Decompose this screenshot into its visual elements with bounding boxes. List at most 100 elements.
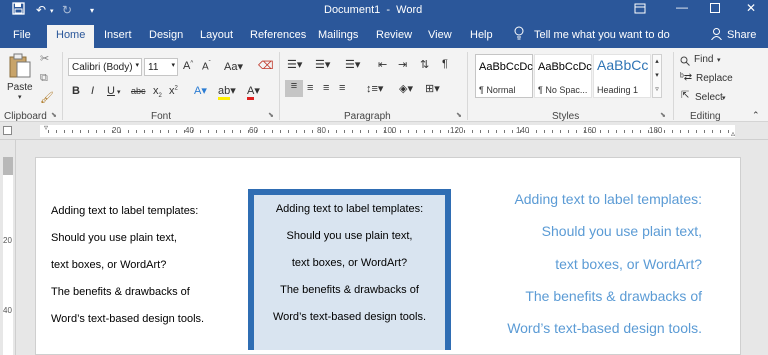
plain-text-line[interactable]: text boxes, or WordArt? [51, 259, 166, 271]
undo-dropdown-icon[interactable]: ▾ [50, 7, 54, 15]
tab-home[interactable]: Home [47, 25, 95, 48]
wordart-line[interactable]: Word’s text-based design tools. [507, 320, 702, 336]
sort-icon[interactable]: ⇅ [420, 58, 429, 71]
justify-icon[interactable]: ≡ [339, 82, 345, 94]
wordart-line[interactable]: text boxes, or WordArt? [555, 256, 702, 272]
ribbon-display-icon[interactable] [634, 3, 646, 17]
tab-view[interactable]: View [428, 29, 452, 41]
tab-insert[interactable]: Insert [104, 29, 132, 41]
save-icon[interactable] [12, 2, 25, 18]
highlight-icon[interactable]: ab▾ [218, 84, 236, 100]
show-marks-icon[interactable]: ¶ [442, 58, 448, 70]
vruler-number: 40 [3, 306, 12, 315]
tab-design[interactable]: Design [149, 29, 183, 41]
bold-icon[interactable]: B [72, 85, 80, 97]
font-name-combo[interactable]: Calibri (Body) ▾ [68, 58, 142, 76]
scroll-up-icon[interactable]: ▴ [655, 58, 659, 65]
align-left-icon[interactable]: ≡ [285, 80, 303, 97]
paste-button[interactable]: Paste [7, 82, 33, 93]
right-indent-marker[interactable]: ▵ [731, 129, 735, 138]
strikethrough-icon[interactable]: abc [131, 86, 146, 96]
font-size-value: 11 [148, 62, 159, 73]
superscript-icon[interactable]: x2 [169, 85, 178, 97]
style-heading-1[interactable]: AaBbCc Heading 1 [593, 54, 651, 98]
change-case-icon[interactable]: Aa▾ [224, 60, 243, 73]
increase-indent-icon[interactable]: ⇥ [398, 58, 407, 71]
line-spacing-icon[interactable]: ↕≡▾ [366, 82, 383, 95]
tab-review[interactable]: Review [376, 29, 412, 41]
plain-text-line[interactable]: Adding text to label templates: [51, 205, 198, 217]
ruler-tick [728, 130, 729, 133]
ruler-tick [192, 130, 193, 133]
decrease-indent-icon[interactable]: ⇤ [378, 58, 387, 71]
title-bar: ↶ ▾ ↻ ▾ Document1 - Word — ✕ [0, 0, 768, 22]
multilevel-list-icon[interactable]: ☰▾ [345, 58, 360, 71]
grow-font-icon[interactable]: A^ [183, 60, 193, 72]
horizontal-ruler[interactable]: ▿ ▵ 20 40 60 80 100 120 140 160 180 [0, 123, 768, 140]
share-button[interactable]: Share [727, 29, 756, 41]
cut-icon[interactable]: ✂ [40, 52, 49, 65]
clear-formatting-icon[interactable]: ⌫ [258, 59, 274, 72]
collapse-ribbon-icon[interactable]: ⌃ [752, 110, 760, 121]
underline-dropdown-icon[interactable]: ▾ [117, 88, 121, 96]
lightbulb-icon [514, 26, 524, 43]
bullets-icon[interactable]: ☰▾ [287, 58, 302, 71]
italic-icon[interactable]: I [91, 85, 94, 97]
format-painter-icon[interactable]: 🖌 [40, 91, 54, 104]
style-normal[interactable]: AaBbCcDc ¶ Normal [475, 54, 533, 98]
ruler-tick [712, 130, 713, 133]
close-icon[interactable]: ✕ [746, 1, 756, 15]
tab-references[interactable]: References [250, 29, 306, 41]
ruler-tick [696, 130, 697, 133]
styles-scrollbar[interactable]: ▴ ▾ ▿ [652, 54, 662, 98]
maximize-icon[interactable] [710, 2, 720, 16]
wordart-line[interactable]: The benefits & drawbacks of [525, 288, 702, 304]
tell-me-search[interactable]: Tell me what you want to do [534, 29, 670, 41]
ruler-tick [560, 130, 561, 133]
ruler-tick [496, 130, 497, 133]
plain-text-line[interactable]: Word’s text-based design tools. [51, 313, 204, 325]
text-box[interactable]: Adding text to label templates: Should y… [248, 189, 451, 350]
minimize-icon[interactable]: — [676, 0, 688, 14]
align-center-icon[interactable]: ≡ [307, 82, 313, 94]
copy-icon[interactable]: ⧉ [40, 72, 48, 85]
paragraph-launcher-icon[interactable]: ⬊ [456, 111, 462, 119]
font-color-icon[interactable]: A▾ [247, 84, 260, 100]
shrink-font-icon[interactable]: Aˇ [202, 61, 211, 72]
clipboard-launcher-icon[interactable]: ⬊ [51, 111, 57, 119]
align-right-icon[interactable]: ≡ [323, 82, 329, 94]
style-no-spacing[interactable]: AaBbCcDc ¶ No Spac... [534, 54, 592, 98]
tab-file[interactable]: File [13, 29, 31, 41]
borders-icon[interactable]: ⊞▾ [425, 82, 440, 95]
styles-launcher-icon[interactable]: ⬊ [660, 111, 666, 119]
find-dropdown-icon[interactable]: ▾ [717, 56, 721, 64]
find-button[interactable]: Find [694, 54, 713, 65]
ruler-tick [576, 130, 577, 133]
tab-layout[interactable]: Layout [200, 29, 233, 41]
select-button[interactable]: Select [695, 92, 723, 103]
text-effects-icon[interactable]: A▾ [194, 84, 207, 97]
customize-icon[interactable]: ▾ [90, 6, 94, 15]
scroll-down-icon[interactable]: ▾ [655, 72, 659, 79]
vertical-ruler[interactable]: 20 40 [0, 140, 16, 355]
redo-icon[interactable]: ↻ [62, 3, 72, 17]
plain-text-line[interactable]: The benefits & drawbacks of [51, 286, 190, 298]
tab-mailings[interactable]: Mailings [318, 29, 358, 41]
ruler-tick [64, 130, 65, 133]
font-launcher-icon[interactable]: ⬊ [268, 111, 274, 119]
paste-dropdown-icon[interactable]: ▾ [18, 93, 22, 101]
font-size-combo[interactable]: 11 ▾ [144, 58, 178, 76]
more-styles-icon[interactable]: ▿ [655, 86, 659, 93]
shading-icon[interactable]: ◈▾ [399, 82, 413, 95]
paste-icon[interactable] [8, 53, 32, 82]
wordart-line[interactable]: Should you use plain text, [542, 223, 702, 239]
numbering-icon[interactable]: ☰▾ [315, 58, 330, 71]
select-dropdown-icon[interactable]: ▾ [722, 94, 726, 102]
plain-text-line[interactable]: Should you use plain text, [51, 232, 177, 244]
tab-help[interactable]: Help [470, 29, 493, 41]
wordart-line[interactable]: Adding text to label templates: [514, 191, 702, 207]
replace-button[interactable]: Replace [696, 73, 733, 84]
subscript-icon[interactable]: x2 [153, 85, 162, 99]
underline-icon[interactable]: U [107, 85, 115, 97]
undo-icon[interactable]: ↶ [36, 3, 46, 17]
